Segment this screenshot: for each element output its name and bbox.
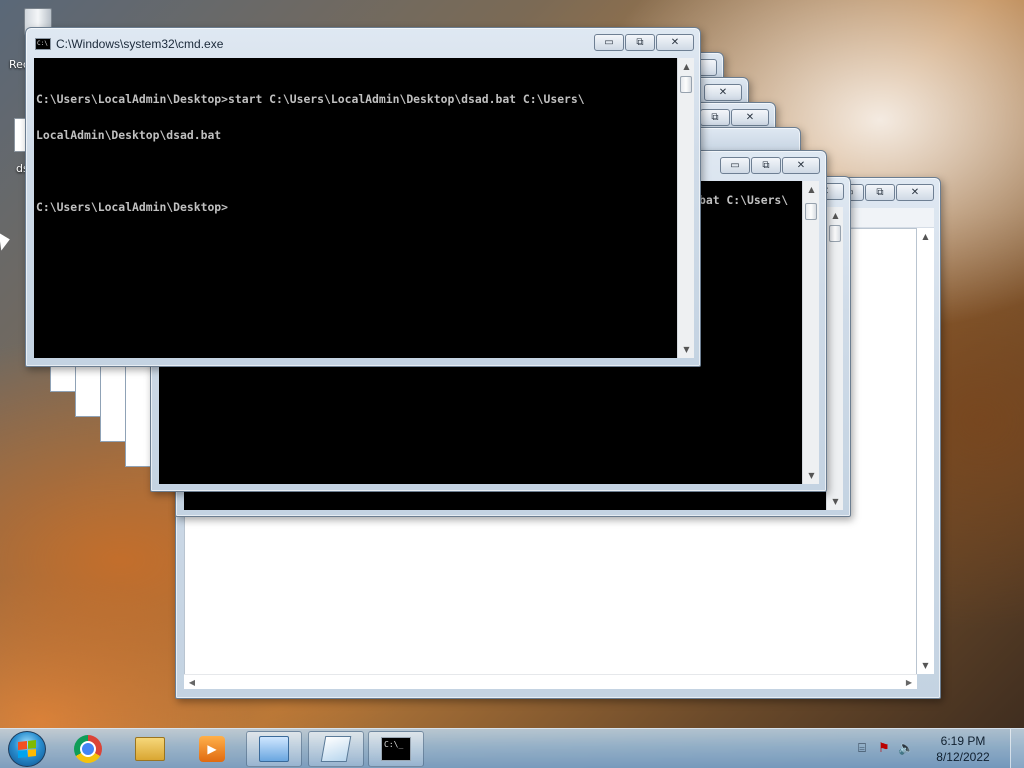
taskbar-media-player-button[interactable]: ▶	[184, 731, 240, 767]
scroll-thumb[interactable]	[805, 203, 817, 220]
scroll-thumb[interactable]	[829, 225, 841, 242]
scroll-up-icon[interactable]: ▲	[917, 228, 934, 245]
maximize-button[interactable]: ⧉	[865, 184, 895, 201]
windows-logo-icon	[18, 740, 36, 758]
scroll-down-icon[interactable]: ▼	[917, 657, 934, 674]
scroll-left-icon[interactable]: ◀	[184, 675, 200, 690]
mouse-cursor-icon	[0, 231, 12, 251]
horizontal-scrollbar[interactable]: ◀ ▶	[184, 674, 917, 689]
maximize-button[interactable]: ⧉	[700, 109, 730, 126]
console-output: C:\Users\LocalAdmin\Desktop>start C:\Use…	[36, 69, 675, 237]
taskbar-explorer-button[interactable]	[122, 731, 178, 767]
network-icon[interactable]: ⌸	[854, 741, 870, 757]
close-button[interactable]: ✕	[704, 84, 742, 101]
console-text: bat C:\Users\	[699, 193, 789, 207]
cmd-icon: C:\	[35, 38, 51, 50]
close-button[interactable]: ✕	[656, 34, 694, 51]
folder-icon	[135, 737, 165, 761]
console-line: LocalAdmin\Desktop\dsad.bat	[36, 128, 222, 142]
show-desktop-button[interactable]	[1010, 729, 1024, 768]
console-line: C:\Users\LocalAdmin\Desktop>start C:\Use…	[36, 92, 585, 106]
vertical-scrollbar[interactable]: ▲ ▼	[917, 228, 934, 674]
action-center-icon[interactable]: ⚑	[876, 741, 892, 757]
vertical-scrollbar[interactable]: ▲ ▼	[826, 207, 843, 510]
media-player-icon: ▶	[199, 736, 225, 762]
windows-start-icon[interactable]	[8, 731, 46, 767]
system-tray: ⌸ ⚑ 🔈 6:19 PM 8/12/2022	[854, 729, 1024, 768]
vertical-scrollbar[interactable]: ▲ ▼	[677, 58, 694, 358]
clock[interactable]: 6:19 PM 8/12/2022	[928, 733, 998, 765]
scroll-thumb[interactable]	[680, 76, 692, 93]
chrome-icon	[74, 735, 102, 763]
taskbar-control-panel-button[interactable]	[246, 731, 302, 767]
scroll-down-icon[interactable]: ▼	[803, 467, 820, 484]
minimize-button[interactable]: ▭	[720, 157, 750, 174]
scroll-right-icon[interactable]: ▶	[901, 675, 917, 690]
scroll-up-icon[interactable]: ▲	[803, 181, 820, 198]
console-prompt: C:\Users\LocalAdmin\Desktop>	[36, 200, 229, 214]
cmd-window[interactable]: C:\ C:\Windows\system32\cmd.exe ▭ ⧉ ✕ C:…	[25, 27, 701, 367]
taskbar: ▶ C:\_ ⌸ ⚑ 🔈 6:19 PM 8/12/2022	[0, 728, 1024, 768]
maximize-button[interactable]: ⧉	[751, 157, 781, 174]
maximize-button[interactable]: ⧉	[625, 34, 655, 51]
scroll-up-icon[interactable]: ▲	[678, 58, 695, 75]
vertical-scrollbar[interactable]: ▲ ▼	[802, 181, 819, 484]
caption-buttons: ▭ ⧉ ✕	[594, 34, 694, 51]
scroll-down-icon[interactable]: ▼	[827, 493, 844, 510]
control-panel-icon	[259, 736, 289, 762]
cmd-icon: C:\_	[381, 737, 411, 761]
scroll-up-icon[interactable]: ▲	[827, 207, 844, 224]
console-area[interactable]: C:\Users\LocalAdmin\Desktop>start C:\Use…	[34, 58, 677, 358]
notepad-icon	[320, 736, 352, 762]
close-button[interactable]: ✕	[896, 184, 934, 201]
clock-date: 8/12/2022	[936, 750, 990, 764]
scroll-down-icon[interactable]: ▼	[678, 341, 695, 358]
taskbar-cmd-button[interactable]: C:\_	[368, 731, 424, 767]
volume-icon[interactable]: 🔈	[898, 741, 914, 757]
minimize-button[interactable]: ▭	[594, 34, 624, 51]
close-button[interactable]: ✕	[782, 157, 820, 174]
taskbar-chrome-button[interactable]	[60, 731, 116, 767]
clock-time: 6:19 PM	[940, 734, 986, 748]
close-button[interactable]: ✕	[731, 109, 769, 126]
window-title: C:\Windows\system32\cmd.exe	[56, 37, 224, 51]
taskbar-notepad-button[interactable]	[308, 731, 364, 767]
